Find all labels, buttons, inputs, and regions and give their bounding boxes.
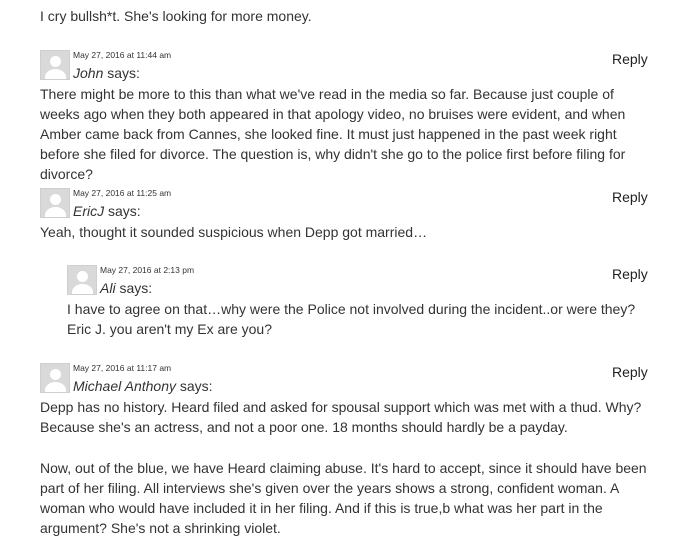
reply-button[interactable]: Reply xyxy=(612,51,648,67)
author-name[interactable]: EricJ xyxy=(73,203,104,219)
author-name[interactable]: John xyxy=(73,65,103,81)
comment-text-paragraph-2: Now, out of the blue, we have Heard clai… xyxy=(40,460,647,536)
comment-text: I have to agree on that…why were the Pol… xyxy=(67,301,636,337)
avatar-body-icon xyxy=(45,207,66,217)
says-label: says: xyxy=(104,203,141,219)
author-line: John says: xyxy=(73,65,140,81)
reply-button[interactable]: Reply xyxy=(612,189,648,205)
says-label: says: xyxy=(175,378,213,394)
avatar-body-icon xyxy=(72,284,93,294)
avatar-head-icon xyxy=(77,271,88,282)
comment-date[interactable]: May 27, 2016 at 11:44 am xyxy=(73,50,171,60)
comment-date[interactable]: May 27, 2016 at 2:13 pm xyxy=(100,265,194,275)
avatar-body-icon xyxy=(45,382,66,392)
avatar xyxy=(40,50,70,80)
comment-text: Depp has no history. Heard filed and ask… xyxy=(40,399,642,435)
comment-text: Yeah, thought it sounded suspicious when… xyxy=(40,224,428,240)
comment-text: I cry bullsh*t. She's looking for more m… xyxy=(40,8,312,24)
avatar-head-icon xyxy=(50,56,61,67)
author-line: EricJ says: xyxy=(73,203,141,219)
says-label: says: xyxy=(115,280,153,296)
author-name[interactable]: Ali xyxy=(100,280,116,296)
author-name[interactable]: Michael Anthony xyxy=(73,378,176,394)
author-line: Michael Anthony says: xyxy=(73,378,213,394)
avatar-head-icon xyxy=(50,194,61,205)
avatar xyxy=(67,265,97,295)
comment-text: There might be more to this than what we… xyxy=(40,86,626,182)
avatar-head-icon xyxy=(50,369,61,380)
author-line: Ali says: xyxy=(100,280,152,296)
reply-button[interactable]: Reply xyxy=(612,266,648,282)
avatar xyxy=(40,188,70,218)
comment-date[interactable]: May 27, 2016 at 11:17 am xyxy=(73,363,171,373)
comment-date[interactable]: May 27, 2016 at 11:25 am xyxy=(73,188,171,198)
avatar xyxy=(40,363,70,393)
says-label: says: xyxy=(103,65,140,81)
avatar-body-icon xyxy=(45,69,66,79)
reply-button[interactable]: Reply xyxy=(612,364,648,380)
